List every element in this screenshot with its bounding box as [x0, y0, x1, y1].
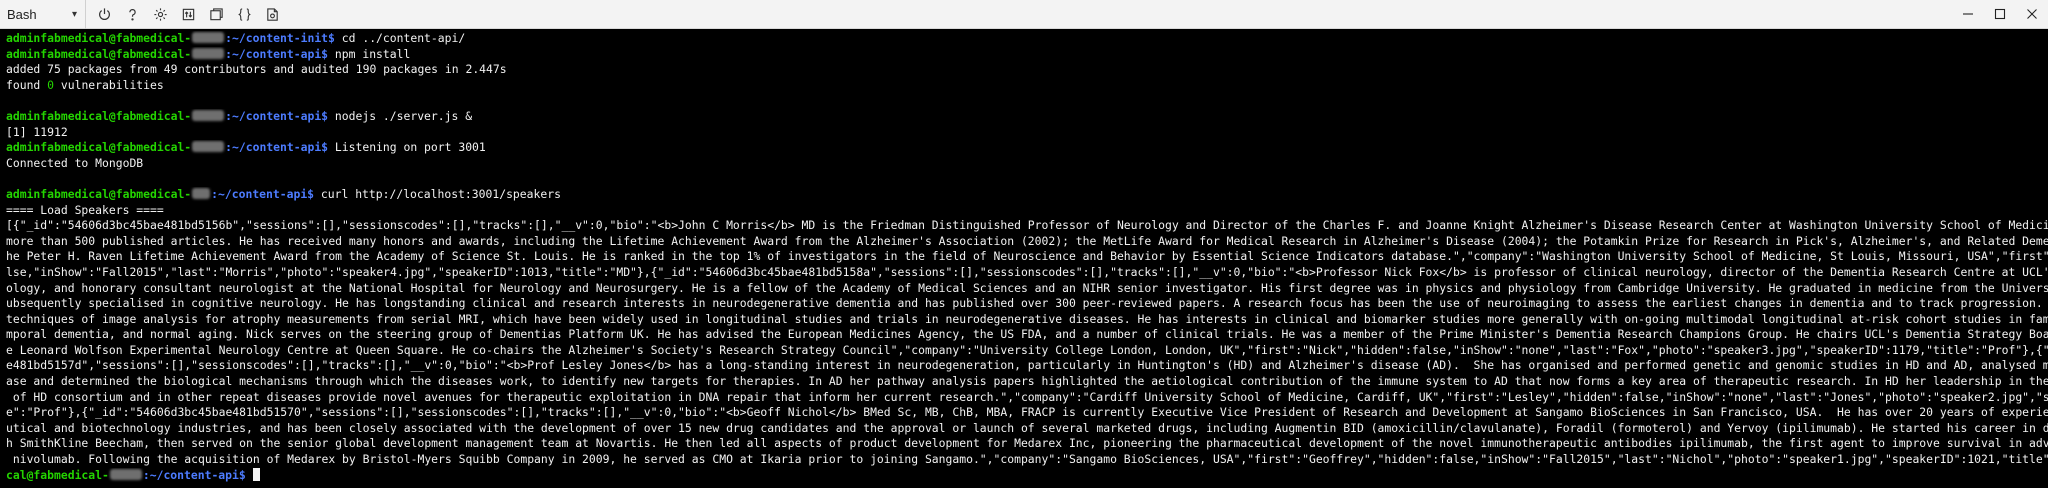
json-output-line: mporal dementia, and normal aging. Nick …: [6, 327, 2048, 342]
json-output-line: of HD consortium and in other repeat dis…: [6, 389, 2048, 404]
terminal-line: adminfabmedical@fabmedical- :~/content-ap…: [6, 47, 2048, 63]
json-output-text: nivolumab. Following the acquisition of …: [6, 452, 2048, 467]
prompt-user: adminfabmedical@fabmedical-: [6, 46, 192, 61]
redacted-text: [192, 32, 225, 43]
json-output-line: [{"_id":"54606d3bc45bae481bd5156b","sess…: [6, 218, 2048, 233]
prompt-path: :~/content-api$: [211, 186, 315, 201]
minimize-button[interactable]: [1952, 0, 1984, 29]
prompt-path: :~/content-api$: [225, 46, 329, 61]
toolbar-icons: [86, 0, 288, 29]
prompt-path: :~/content-init$: [225, 31, 335, 45]
json-output-line: lse,"inShow":"Fall2015","last":"Morris",…: [6, 264, 2048, 279]
prompt-path: :~/content-api$: [225, 140, 329, 155]
vulnerability-count: 0: [47, 77, 55, 92]
chevron-down-icon: ▾: [71, 8, 77, 20]
json-output-line: techniques of image analysis for atrophy…: [6, 311, 2048, 326]
command-text: npm install: [334, 46, 411, 61]
terminal-line: adminfabmedical@fabmedical- :~/content-in…: [6, 31, 2048, 47]
power-icon[interactable]: [92, 2, 117, 27]
terminal-line: cal@fabmedical- :~/content-api$: [6, 467, 2048, 484]
terminal-line: adminfabmedical@fabmedical- :~/content-ap…: [6, 187, 2048, 203]
json-output-line: h SmithKline Beecham, then served on the…: [6, 436, 2048, 451]
redacted-text: [192, 47, 225, 59]
redacted-text: [192, 109, 225, 121]
settings-icon[interactable]: [148, 2, 173, 27]
maximize-button[interactable]: [1984, 0, 2016, 29]
prompt-user: cal@fabmedical-: [6, 467, 109, 482]
json-output-line: utical and biotechnology industries, and…: [6, 420, 2048, 435]
json-output-line: e Leonard Wolfson Experimental Neurology…: [6, 342, 2048, 357]
redacted-text: [192, 187, 211, 199]
redacted-text: [192, 141, 225, 153]
upload-download-icon[interactable]: [176, 2, 201, 27]
terminal-line: found 0 vulnerabilities: [6, 78, 2048, 94]
shell-selector-label: Bash: [7, 6, 37, 22]
prompt-user: adminfabmedical@fabmedical-: [6, 108, 192, 123]
prompt-user: adminfabmedical@fabmedical-: [6, 140, 192, 155]
json-output-line: e":"Prof"},{"_id":"54606d3bc45bae481bd51…: [6, 405, 2048, 420]
terminal-line: [1] 11912: [6, 124, 68, 139]
json-output-line: e481bd5157d","sessions":[],"sessionscode…: [6, 358, 2048, 373]
redacted-text: [109, 468, 142, 480]
toolbar: Bash ▾: [0, 0, 2048, 29]
close-button[interactable]: [2016, 0, 2048, 29]
prompt-path: :~/content-api$: [142, 467, 246, 482]
help-icon[interactable]: [120, 2, 145, 27]
terminal-line: Connected to MongoDB: [6, 155, 144, 170]
shell-selector[interactable]: Bash ▾: [0, 0, 86, 29]
json-output-line: nivolumab. Following the acquisition of …: [6, 452, 2048, 468]
output-text: vulnerabilities: [54, 77, 164, 92]
window-controls: [1952, 0, 2048, 29]
web-preview-icon[interactable]: [260, 2, 285, 27]
prompt-user: adminfabmedical@fabmedical-: [6, 31, 192, 45]
terminal-output[interactable]: adminfabmedical@fabmedical- :~/content-in…: [0, 29, 2048, 488]
json-output-line: ology, and honorary consultant neurologi…: [6, 280, 2048, 295]
json-output-line: ase and determined the biological mechan…: [6, 374, 2048, 389]
terminal-line: ==== Load Speakers ====: [6, 202, 164, 217]
command-text: nodejs ./server.js &: [334, 108, 473, 123]
prompt-user: adminfabmedical@fabmedical-: [6, 186, 192, 201]
terminal-line: added 75 packages from 49 contributors a…: [6, 62, 507, 77]
json-output-line: more than 500 published articles. He has…: [6, 233, 2048, 248]
terminal-line: adminfabmedical@fabmedical- :~/content-ap…: [6, 140, 2048, 156]
braces-icon[interactable]: [232, 2, 257, 27]
output-text: found: [6, 77, 48, 92]
terminal-line: adminfabmedical@fabmedical- :~/content-ap…: [6, 109, 2048, 125]
json-output-line: he Peter H. Raven Lifetime Achievement A…: [6, 249, 2048, 264]
command-text: cd ../content-api/: [341, 31, 466, 45]
terminal-cursor: [252, 467, 260, 481]
command-text: curl http://localhost:3001/speakers: [320, 186, 561, 201]
prompt-path: :~/content-api$: [225, 108, 329, 123]
json-output-line: ubsequently specialised in cognitive neu…: [6, 296, 2048, 311]
cloud-shell-window: Bash ▾ adminfabmedical@fabmedical-:~/co…: [0, 0, 2048, 488]
command-text: Listening on port 3001: [334, 140, 486, 155]
new-session-icon[interactable]: [204, 2, 229, 27]
